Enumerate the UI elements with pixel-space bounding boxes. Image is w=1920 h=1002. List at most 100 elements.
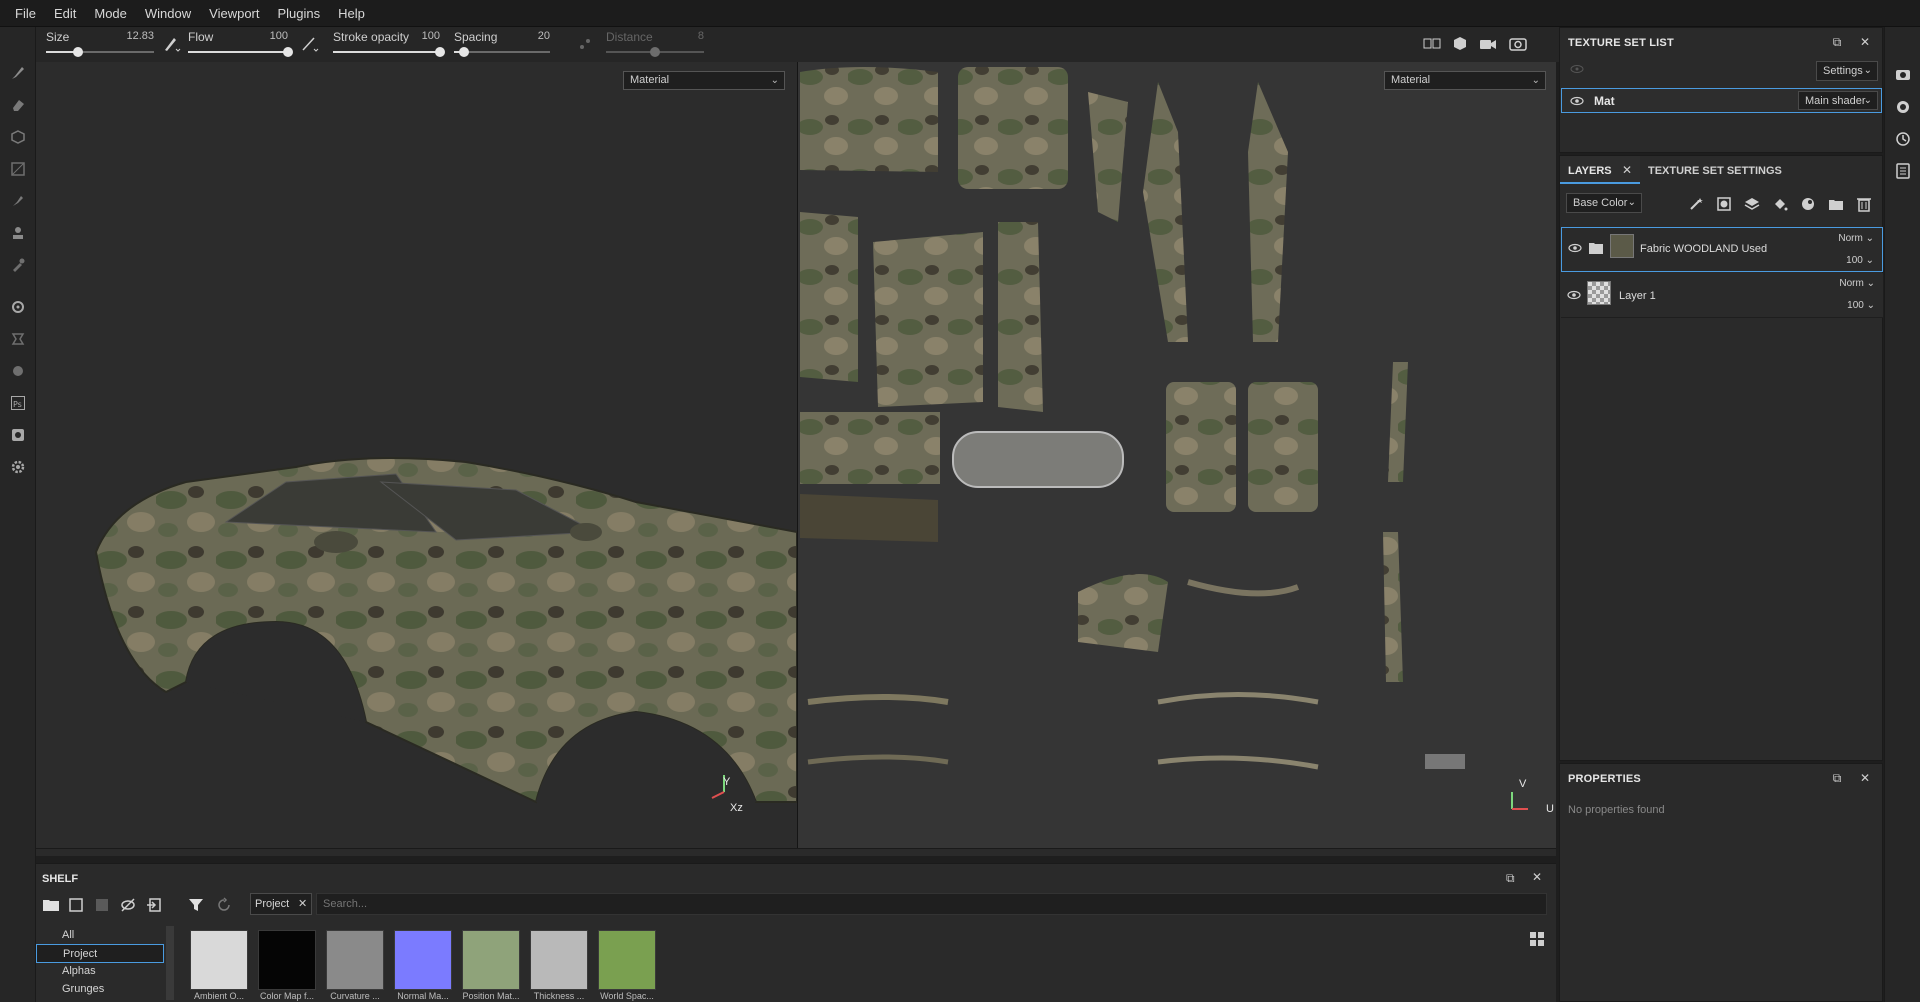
- visibility-eye-icon[interactable]: [1570, 96, 1584, 106]
- blend-mode-dropdown[interactable]: Norm ⌄: [1838, 233, 1874, 244]
- undock-icon[interactable]: ⧉: [1506, 871, 1515, 886]
- menu-plugins[interactable]: Plugins: [268, 0, 329, 27]
- lazy-mouse-icon[interactable]: [576, 34, 596, 54]
- import-icon[interactable]: [146, 897, 162, 913]
- shelf-thumbnail-curvature[interactable]: [326, 930, 384, 990]
- distance-slider-handle[interactable]: [650, 47, 660, 57]
- shelf-category-grunges[interactable]: Grunges: [36, 980, 164, 1000]
- menu-help[interactable]: Help: [329, 0, 374, 27]
- tab-texture-set-settings[interactable]: TEXTURE SET SETTINGS: [1642, 156, 1782, 184]
- snapshot-icon[interactable]: [1508, 34, 1528, 54]
- add-fill-layer-icon[interactable]: [1772, 196, 1788, 212]
- project-filter-tag[interactable]: Project ✕: [250, 893, 312, 915]
- undock-icon[interactable]: ⧉: [1830, 771, 1844, 785]
- log-icon[interactable]: [1893, 161, 1913, 181]
- shelf-thumbnail-color-map[interactable]: [258, 930, 316, 990]
- shelf-thumbnail-ambient-occlusion[interactable]: [190, 930, 248, 990]
- spacing-slider[interactable]: Spacing 20: [454, 27, 550, 62]
- add-layer-stack-icon[interactable]: [1744, 196, 1760, 212]
- screenshot-icon[interactable]: [8, 425, 28, 445]
- opacity-dropdown[interactable]: 100 ⌄: [1847, 300, 1875, 311]
- snapshot-icon[interactable]: [1893, 65, 1913, 85]
- flow-slider-handle[interactable]: [283, 47, 293, 57]
- stroke-opacity-slider[interactable]: Stroke opacity 100: [333, 27, 445, 62]
- projection-icon[interactable]: [8, 127, 28, 147]
- texture-set-settings-dropdown[interactable]: Settings ⌄: [1816, 61, 1878, 81]
- hidden-eye-icon[interactable]: [1570, 64, 1584, 74]
- viewport-2d[interactable]: Material ⌄ V U: [798, 62, 1556, 848]
- display-mode-icon[interactable]: [1450, 34, 1470, 54]
- spacing-slider-handle[interactable]: [458, 47, 469, 57]
- layer-row-layer-1[interactable]: Layer 1 Norm ⌄ 100 ⌄: [1561, 273, 1883, 318]
- menu-file[interactable]: File: [6, 0, 45, 27]
- shelf-thumbnail-world-space[interactable]: [598, 930, 656, 990]
- save-icon[interactable]: [94, 897, 110, 913]
- shelf-thumbnail-normal-map[interactable]: [394, 930, 452, 990]
- category-scrollbar[interactable]: [166, 926, 174, 1000]
- close-icon[interactable]: ✕: [1622, 163, 1632, 177]
- close-icon[interactable]: ✕: [1858, 771, 1872, 785]
- smudge-icon[interactable]: [8, 191, 28, 211]
- flow-slider[interactable]: Flow 100: [188, 27, 293, 62]
- opacity-dropdown[interactable]: 100 ⌄: [1846, 255, 1874, 266]
- menu-viewport[interactable]: Viewport: [200, 0, 268, 27]
- filter-icon[interactable]: [188, 897, 204, 913]
- menu-mode[interactable]: Mode: [85, 0, 136, 27]
- visibility-eye-icon[interactable]: [1567, 290, 1581, 300]
- material-picker-icon[interactable]: [8, 361, 28, 381]
- color-picker-icon[interactable]: [8, 255, 28, 275]
- shader-dropdown[interactable]: Main shader ⌄: [1798, 91, 1878, 110]
- pressure-size-icon[interactable]: [162, 34, 182, 54]
- blend-mode-dropdown[interactable]: Norm ⌄: [1839, 278, 1875, 289]
- geometry-fill-icon[interactable]: [8, 159, 28, 179]
- viewport-2d-mode-select[interactable]: Material ⌄: [1384, 71, 1546, 90]
- camera-icon[interactable]: [1478, 34, 1498, 54]
- close-icon[interactable]: ✕: [1532, 870, 1542, 884]
- grid-view-icon[interactable]: [1529, 931, 1545, 947]
- shelf-category-project[interactable]: Project: [36, 944, 164, 963]
- display-settings-icon[interactable]: [1893, 97, 1913, 117]
- shelf-category-alphas[interactable]: Alphas: [36, 962, 164, 981]
- eraser-icon[interactable]: [8, 95, 28, 115]
- add-folder-icon[interactable]: [1828, 196, 1844, 212]
- polygon-fill-icon[interactable]: [8, 329, 28, 349]
- chevron-down-icon: ⌄: [1627, 197, 1636, 208]
- stroke-opacity-slider-handle[interactable]: [435, 47, 445, 57]
- size-slider[interactable]: Size 12.83: [46, 27, 154, 62]
- history-icon[interactable]: [1893, 129, 1913, 149]
- shelf-thumbnail-position-map[interactable]: [462, 930, 520, 990]
- add-paint-layer-icon[interactable]: [1800, 196, 1816, 212]
- texture-set-item[interactable]: Mat Main shader ⌄: [1561, 88, 1882, 113]
- channel-dropdown[interactable]: Base Color ⌄: [1566, 193, 1642, 213]
- tab-layers[interactable]: LAYERS ✕: [1560, 156, 1640, 184]
- pressure-flow-icon[interactable]: [300, 34, 320, 54]
- close-icon[interactable]: ✕: [1858, 35, 1872, 49]
- layer-row-fabric-woodland[interactable]: Fabric WOODLAND Used Norm ⌄ 100 ⌄: [1561, 227, 1883, 272]
- layers-panel: LAYERS ✕ TEXTURE SET SETTINGS Base Color…: [1559, 155, 1883, 761]
- bake-icon[interactable]: [8, 297, 28, 317]
- viewport-split-icon[interactable]: [1422, 34, 1442, 54]
- settings-icon[interactable]: [8, 457, 28, 477]
- menu-edit[interactable]: Edit: [45, 0, 85, 27]
- add-effect-icon[interactable]: [1688, 196, 1704, 212]
- size-slider-handle[interactable]: [73, 47, 84, 57]
- close-icon[interactable]: ✕: [298, 897, 307, 910]
- paint-brush-icon[interactable]: [8, 63, 28, 83]
- shelf-search-input[interactable]: [316, 893, 1547, 915]
- folder-icon[interactable]: [42, 897, 60, 913]
- refresh-icon[interactable]: [216, 897, 232, 913]
- menu-window[interactable]: Window: [136, 0, 200, 27]
- delete-icon[interactable]: [1856, 196, 1872, 212]
- undock-icon[interactable]: ⧉: [1830, 35, 1844, 49]
- hide-icon[interactable]: [120, 897, 136, 913]
- viewport-3d[interactable]: Material ⌄ Y Xz: [36, 62, 797, 848]
- clone-stamp-icon[interactable]: [8, 223, 28, 243]
- visibility-eye-icon[interactable]: [1568, 243, 1582, 253]
- shelf-thumbnail-thickness[interactable]: [530, 930, 588, 990]
- photoshop-icon[interactable]: Ps: [8, 393, 28, 413]
- shelf-category-all[interactable]: All: [36, 926, 164, 945]
- viewport-3d-mode-select[interactable]: Material ⌄: [623, 71, 785, 90]
- new-resource-icon[interactable]: [68, 897, 84, 913]
- distance-slider[interactable]: Distance 8: [606, 27, 704, 62]
- add-mask-icon[interactable]: [1716, 196, 1732, 212]
